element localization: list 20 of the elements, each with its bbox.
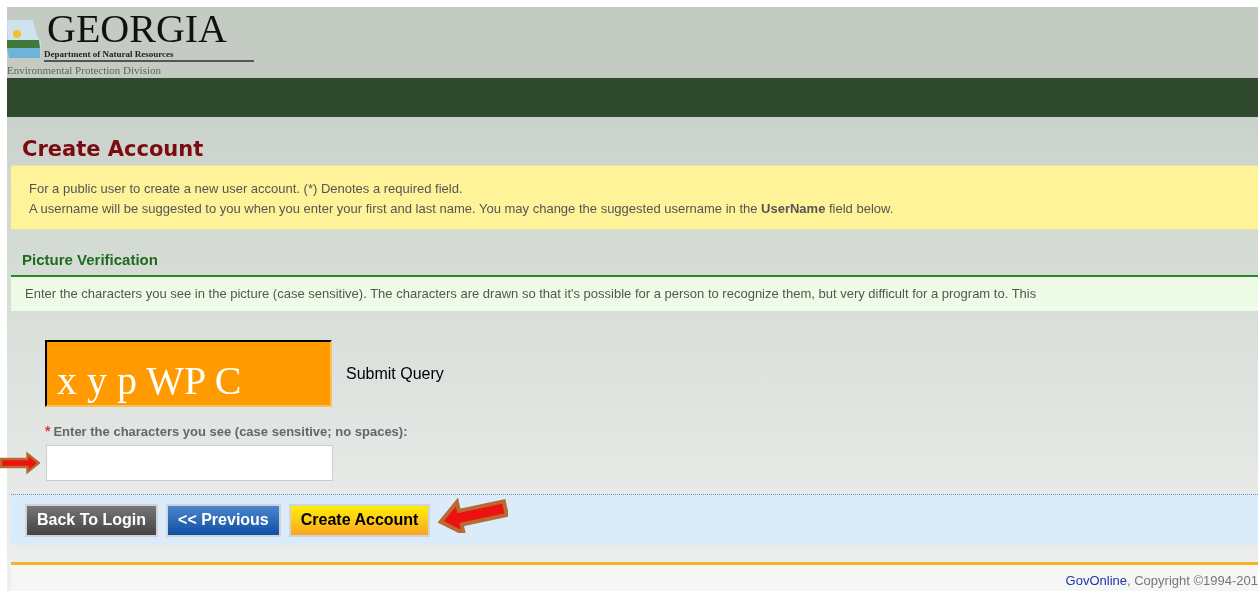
action-button[interactable]: Back To Login [25, 503, 159, 537]
logo-title: GEORGIA [47, 10, 228, 48]
state-map-icon [7, 18, 41, 60]
logo-division: Environmental Protection Division [7, 63, 162, 78]
action-button[interactable]: << Previous [166, 503, 281, 537]
captcha-text: x y p WP C [57, 359, 242, 403]
action-button[interactable]: Create Account [288, 503, 431, 537]
submit-query-button[interactable]: Submit Query [346, 361, 444, 386]
govonline-link[interactable]: GovOnline [1065, 572, 1127, 588]
logo-subtitle: Department of Natural Resources [44, 48, 254, 62]
captcha-input[interactable] [46, 445, 333, 481]
arrow-icon [438, 497, 509, 533]
page-title: Create Account [22, 136, 205, 162]
field-label: Enter the characters you see (case sensitive; no spaces): [53, 422, 408, 441]
section-title: Picture Verification [22, 250, 159, 270]
notice-text: A username will be suggested to you when you enter your first and last name. You may change the suggested username in the UserName field below. [29, 200, 895, 218]
notice-text: For a public user to create a new user account. (*) Denotes a required field. [29, 180, 464, 198]
footer-text: GovOnline, Copyright ©1994-201 [1065, 571, 1258, 590]
required-mark: * [45, 422, 51, 441]
instructions-text: Enter the characters you see in the picture (case sensitive). The characters are drawn so that it's possible for a person to recognize them, but very difficult for a program to. This [25, 285, 1037, 304]
